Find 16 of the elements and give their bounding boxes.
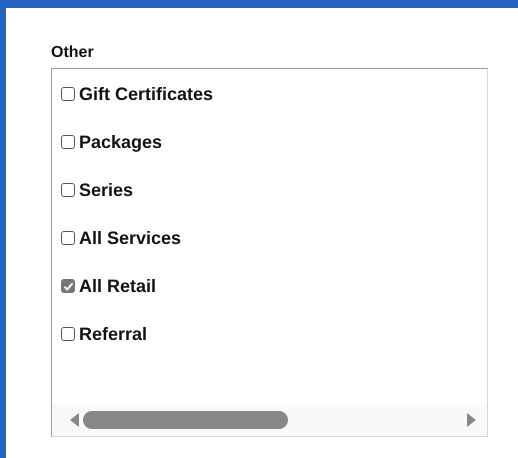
checkbox[interactable] <box>61 279 75 293</box>
checkbox-label[interactable]: Series <box>79 180 134 200</box>
group-title: Other <box>51 44 94 62</box>
checkbox-label[interactable]: All Services <box>79 228 182 248</box>
checkbox-label[interactable]: Packages <box>79 132 162 152</box>
checkbox[interactable] <box>61 87 75 101</box>
scroll-right-icon[interactable] <box>467 413 477 427</box>
checkbox-label[interactable]: All Retail <box>79 276 156 296</box>
checkbox[interactable] <box>61 327 75 341</box>
checkbox-label[interactable]: Referral <box>79 324 148 344</box>
checkbox[interactable] <box>61 135 75 149</box>
horizontal-scrollbar[interactable] <box>52 404 487 436</box>
checkbox-label[interactable]: Gift Certificates <box>79 84 214 104</box>
scroll-left-icon[interactable] <box>69 413 79 427</box>
checkbox[interactable] <box>61 183 75 197</box>
checkbox[interactable] <box>61 231 75 245</box>
